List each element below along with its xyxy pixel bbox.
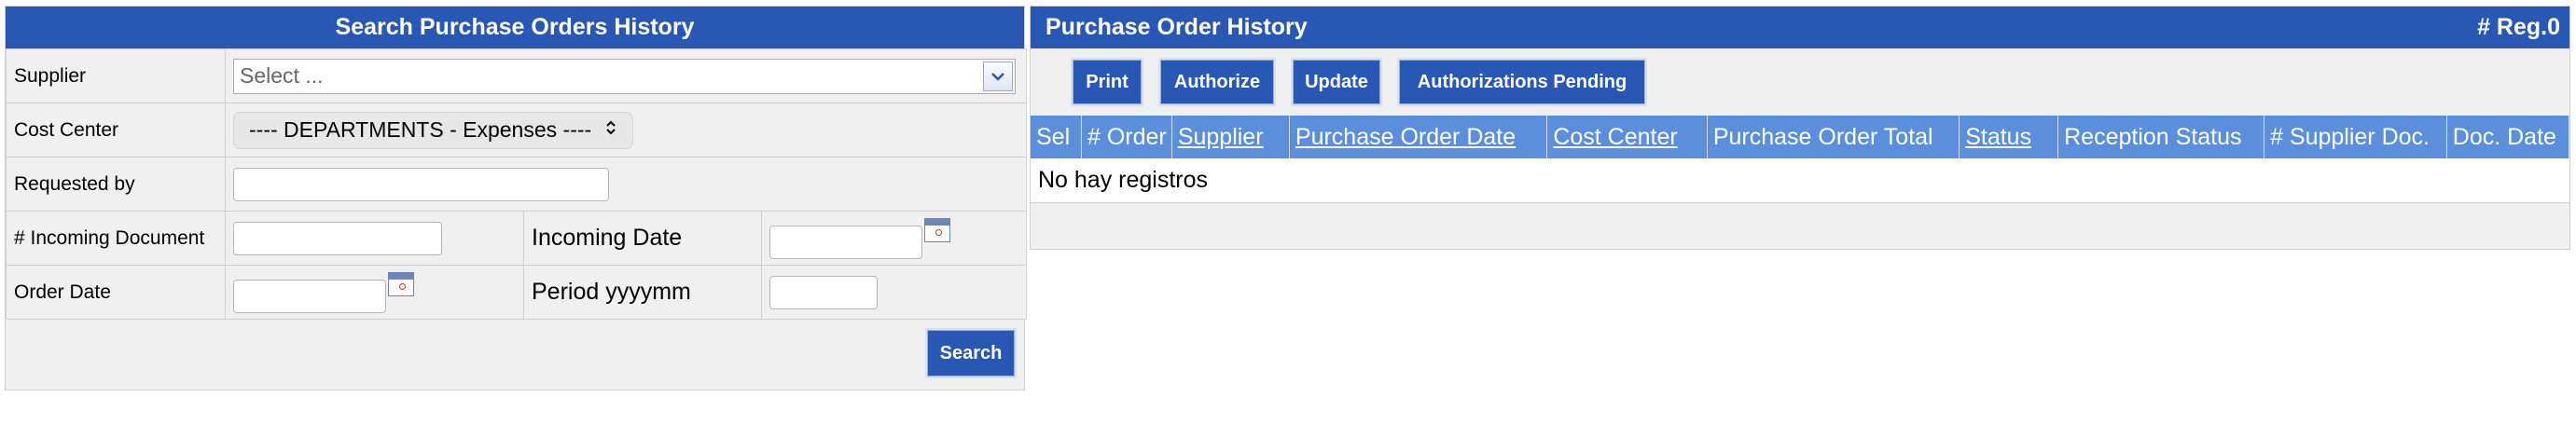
cost-center-select[interactable]: ---- DEPARTMENTS - Expenses ---- bbox=[233, 111, 634, 149]
authorize-button[interactable]: Authorize bbox=[1158, 58, 1276, 106]
supplier-label: Supplier bbox=[6, 48, 226, 103]
purchase-order-table: Sel # Order Supplier Purchase Order Date… bbox=[1031, 116, 2570, 203]
search-panel-title: Search Purchase Orders History bbox=[6, 7, 1024, 48]
period-input[interactable] bbox=[769, 275, 878, 309]
search-panel: Search Purchase Orders History Supplier … bbox=[5, 6, 1028, 390]
column-header-supplier[interactable]: Supplier bbox=[1171, 116, 1290, 158]
history-panel-header: Purchase Order History # Reg.0 bbox=[1031, 7, 2569, 48]
search-form: Supplier Select ... Cost Center ---- DEP… bbox=[6, 48, 1028, 320]
update-button[interactable]: Update bbox=[1291, 58, 1382, 106]
order-date-input[interactable] bbox=[233, 279, 386, 313]
column-header-reception-status: Reception Status bbox=[2057, 116, 2265, 158]
calendar-icon[interactable] bbox=[924, 217, 950, 242]
incoming-document-label: # Incoming Document bbox=[6, 211, 226, 266]
print-button[interactable]: Print bbox=[1071, 58, 1143, 106]
incoming-document-input[interactable] bbox=[233, 221, 442, 255]
order-date-label: Order Date bbox=[6, 265, 226, 320]
supplier-select-placeholder: Select ... bbox=[240, 63, 324, 88]
column-header-status[interactable]: Status bbox=[1959, 116, 2059, 158]
incoming-date-label: Incoming Date bbox=[523, 211, 762, 266]
record-count: # Reg.0 bbox=[2477, 14, 2560, 40]
column-header-doc-date: Doc. Date bbox=[2446, 116, 2570, 158]
search-button[interactable]: Search bbox=[925, 328, 1017, 378]
history-panel-title: Purchase Order History bbox=[1046, 14, 1308, 40]
incoming-date-input[interactable] bbox=[769, 225, 922, 259]
empty-message: No hay registros bbox=[1031, 158, 2569, 203]
cost-center-label: Cost Center bbox=[6, 103, 226, 157]
calendar-icon[interactable] bbox=[388, 271, 414, 296]
chevron-down-icon[interactable] bbox=[983, 61, 1013, 91]
updown-chevron-icon bbox=[604, 117, 617, 143]
column-header-sel: Sel bbox=[1031, 116, 1082, 158]
column-header-cost-center[interactable]: Cost Center bbox=[1546, 116, 1708, 158]
supplier-select[interactable]: Select ... bbox=[233, 58, 1016, 94]
column-header-order: # Order bbox=[1081, 116, 1172, 158]
authorizations-pending-button[interactable]: Authorizations Pending bbox=[1397, 58, 1647, 106]
table-header-row: Sel # Order Supplier Purchase Order Date… bbox=[1031, 116, 2570, 158]
column-header-supplier-doc: # Supplier Doc. bbox=[2264, 116, 2447, 158]
history-toolbar: Print Authorize Update Authorizations Pe… bbox=[1031, 48, 2569, 116]
table-row: No hay registros bbox=[1031, 158, 2569, 203]
column-header-purchase-order-date[interactable]: Purchase Order Date bbox=[1289, 116, 1548, 158]
history-panel: Purchase Order History # Reg.0 Print Aut… bbox=[1030, 6, 2570, 250]
requested-by-label: Requested by bbox=[6, 157, 226, 212]
cost-center-select-value: ---- DEPARTMENTS - Expenses ---- bbox=[249, 117, 592, 142]
period-label: Period yyyymm bbox=[523, 265, 762, 320]
column-header-purchase-order-total: Purchase Order Total bbox=[1707, 116, 1960, 158]
requested-by-input[interactable] bbox=[233, 167, 609, 201]
